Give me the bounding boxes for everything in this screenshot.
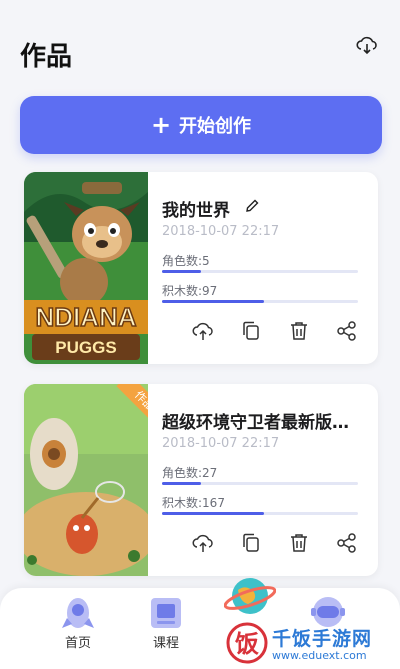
- cloud-download-icon[interactable]: [356, 36, 378, 56]
- work-thumbnail[interactable]: 作品: [24, 384, 148, 576]
- work-card[interactable]: 作品 超级环境守卫者最新版… 2018-10-07 22:17 角色数:27 积…: [24, 384, 378, 576]
- trash-icon[interactable]: [288, 532, 310, 554]
- tab-home[interactable]: 首页: [38, 588, 118, 669]
- blocks-progress-fill: [162, 512, 264, 515]
- copy-icon[interactable]: [240, 532, 262, 554]
- edit-icon[interactable]: [244, 198, 260, 214]
- share-icon[interactable]: [336, 532, 358, 554]
- watermark-url: www.eduext.com: [272, 649, 367, 662]
- site-watermark: 饭 千饭手游网 www.eduext.com: [226, 622, 396, 666]
- upload-cloud-icon[interactable]: [192, 320, 214, 342]
- card-actions: [192, 532, 372, 556]
- upload-cloud-icon[interactable]: [192, 532, 214, 554]
- course-icon: [148, 596, 184, 630]
- work-date: 2018-10-07 22:17: [162, 436, 280, 451]
- svg-text:饭: 饭: [235, 630, 259, 658]
- blocks-progress: [162, 512, 358, 515]
- watermark-logo-icon: 饭: [226, 622, 268, 664]
- thumb-title-text: NDIANA: [35, 302, 136, 332]
- card-actions: [192, 320, 372, 344]
- roles-count: 角色数:5: [162, 254, 210, 268]
- plus-icon: +: [150, 111, 172, 139]
- roles-progress-fill: [162, 482, 202, 485]
- tab-course-label: 课程: [152, 636, 179, 651]
- share-icon[interactable]: [336, 320, 358, 342]
- blocks-count: 积木数:167: [162, 496, 225, 510]
- thumb-subtitle-text: PUGGS: [55, 338, 116, 357]
- copy-icon[interactable]: [240, 320, 262, 342]
- tab-course[interactable]: 课程: [126, 588, 206, 669]
- work-thumbnail[interactable]: NDIANA PUGGS: [24, 172, 148, 364]
- start-creating-button[interactable]: + 开始创作: [20, 96, 382, 154]
- watermark-title: 千饭手游网: [272, 628, 373, 650]
- start-creating-label: 开始创作: [179, 116, 252, 137]
- rocket-icon: [60, 596, 96, 630]
- work-card[interactable]: NDIANA PUGGS 我的世界 2018-10-07 22:17 角色数:5…: [24, 172, 378, 364]
- blocks-progress-fill: [162, 300, 264, 303]
- work-title: 超级环境守卫者最新版…: [162, 413, 349, 433]
- planet-icon: [223, 570, 277, 622]
- work-title: 我的世界: [162, 201, 230, 221]
- tab-home-label: 首页: [64, 636, 91, 651]
- blocks-count: 积木数:97: [162, 284, 218, 298]
- page-title: 作品: [20, 42, 73, 72]
- roles-progress-fill: [162, 270, 202, 273]
- header: 作品: [0, 0, 400, 90]
- trash-icon[interactable]: [288, 320, 310, 342]
- roles-progress: [162, 270, 358, 273]
- roles-progress: [162, 482, 358, 485]
- roles-count: 角色数:27: [162, 466, 218, 480]
- work-date: 2018-10-07 22:17: [162, 224, 280, 239]
- blocks-progress: [162, 300, 358, 303]
